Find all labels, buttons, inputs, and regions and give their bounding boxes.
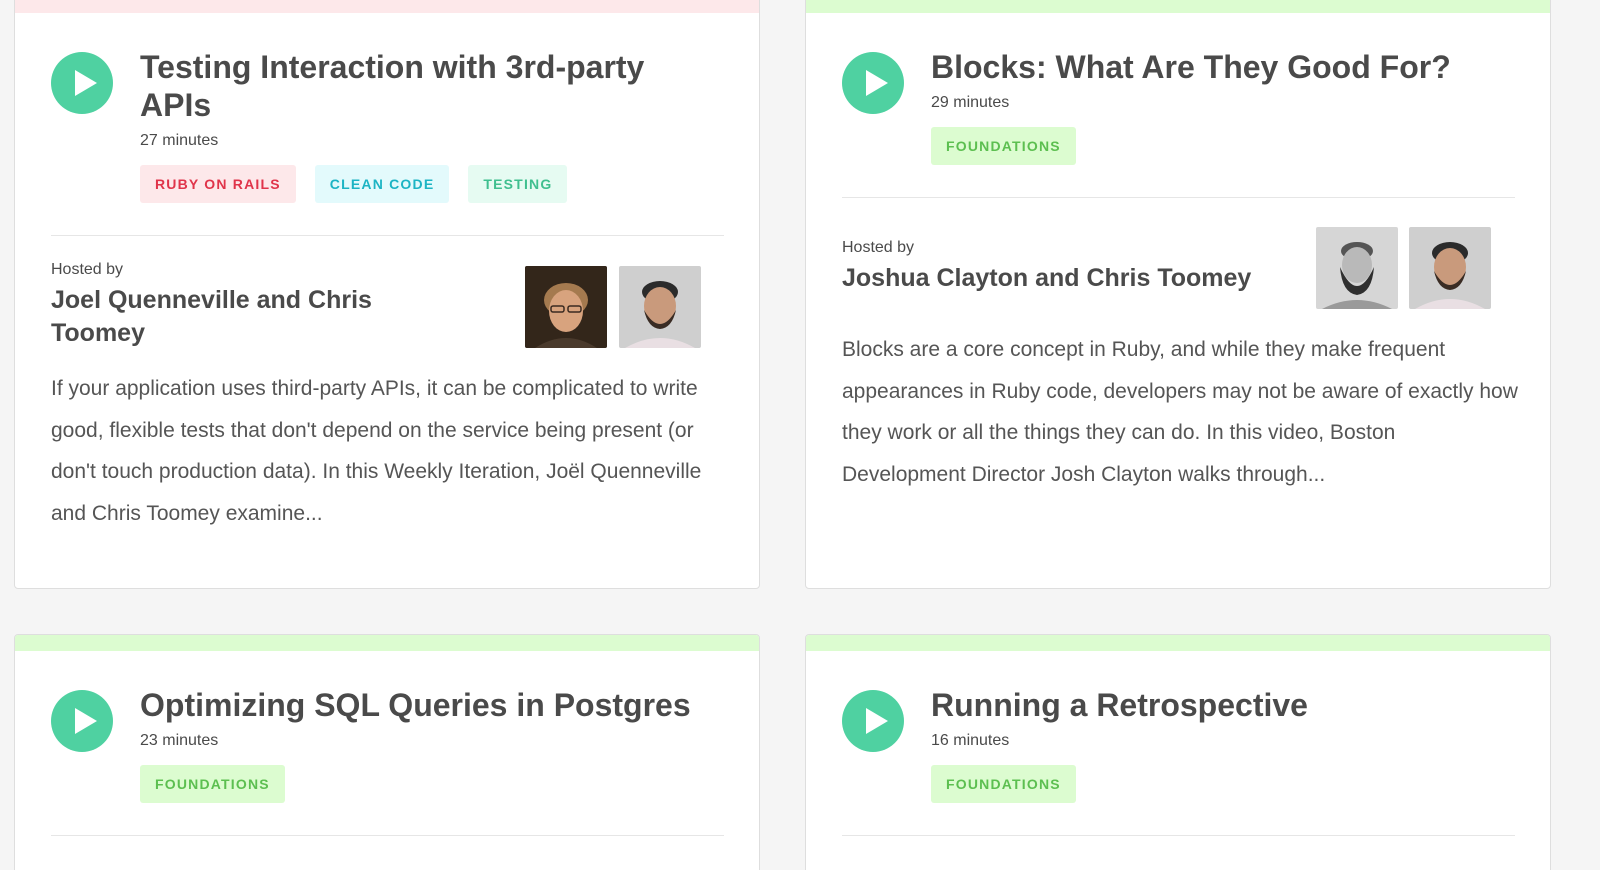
tag-testing[interactable]: TESTING <box>468 165 568 203</box>
play-button[interactable] <box>51 52 113 114</box>
video-title[interactable]: Testing Interaction with 3rd-party APIs <box>140 48 700 124</box>
divider <box>51 835 724 836</box>
hosted-by-label: Hosted by <box>51 261 124 278</box>
play-icon <box>75 70 97 96</box>
play-icon <box>75 708 97 734</box>
tag-foundations[interactable]: FOUNDATIONS <box>931 765 1076 803</box>
host-names: Joel Quenneville and Chris Toomey <box>51 286 372 347</box>
video-duration: 27 minutes <box>140 132 219 149</box>
host-avatar <box>619 266 701 348</box>
play-button[interactable] <box>51 690 113 752</box>
play-icon <box>866 708 888 734</box>
video-title[interactable]: Running a Retrospective <box>931 686 1531 724</box>
video-card[interactable]: Optimizing SQL Queries in Postgres 23 mi… <box>14 634 760 870</box>
video-description: If your application uses third-party API… <box>51 377 702 525</box>
divider <box>51 235 724 236</box>
host-avatar <box>525 266 607 348</box>
video-duration: 29 minutes <box>931 94 1010 111</box>
tag-foundations[interactable]: FOUNDATIONS <box>140 765 285 803</box>
divider <box>842 835 1515 836</box>
divider <box>842 197 1515 198</box>
tag-list: FOUNDATIONS <box>931 765 1076 803</box>
host-avatar <box>1316 227 1398 309</box>
tag-list: RUBY ON RAILS CLEAN CODE TESTING <box>140 165 568 203</box>
video-duration: 23 minutes <box>140 732 219 749</box>
host-avatar <box>1409 227 1491 309</box>
play-button[interactable] <box>842 690 904 752</box>
tag-foundations[interactable]: FOUNDATIONS <box>931 127 1076 165</box>
video-title[interactable]: Blocks: What Are They Good For? <box>931 48 1531 86</box>
hosted-by-label: Hosted by <box>842 239 915 256</box>
video-description: Blocks are a core concept in Ruby, and w… <box>842 338 1518 486</box>
tag-list: FOUNDATIONS <box>140 765 285 803</box>
card-top-bar <box>15 635 759 651</box>
video-card[interactable]: Running a Retrospective 16 minutes FOUND… <box>805 634 1551 870</box>
video-card[interactable]: Testing Interaction with 3rd-party APIs … <box>14 0 760 589</box>
tag-ruby-on-rails[interactable]: RUBY ON RAILS <box>140 165 296 203</box>
video-card[interactable]: Blocks: What Are They Good For? 29 minut… <box>805 0 1551 589</box>
video-title[interactable]: Optimizing SQL Queries in Postgres <box>140 686 740 724</box>
play-icon <box>866 70 888 96</box>
play-button[interactable] <box>842 52 904 114</box>
card-top-bar <box>806 0 1550 13</box>
tag-clean-code[interactable]: CLEAN CODE <box>314 165 450 203</box>
card-top-bar <box>15 0 759 13</box>
tag-list: FOUNDATIONS <box>931 127 1076 165</box>
card-top-bar <box>806 635 1550 651</box>
host-names: Joshua Clayton and Chris Toomey <box>842 264 1252 292</box>
video-duration: 16 minutes <box>931 732 1010 749</box>
